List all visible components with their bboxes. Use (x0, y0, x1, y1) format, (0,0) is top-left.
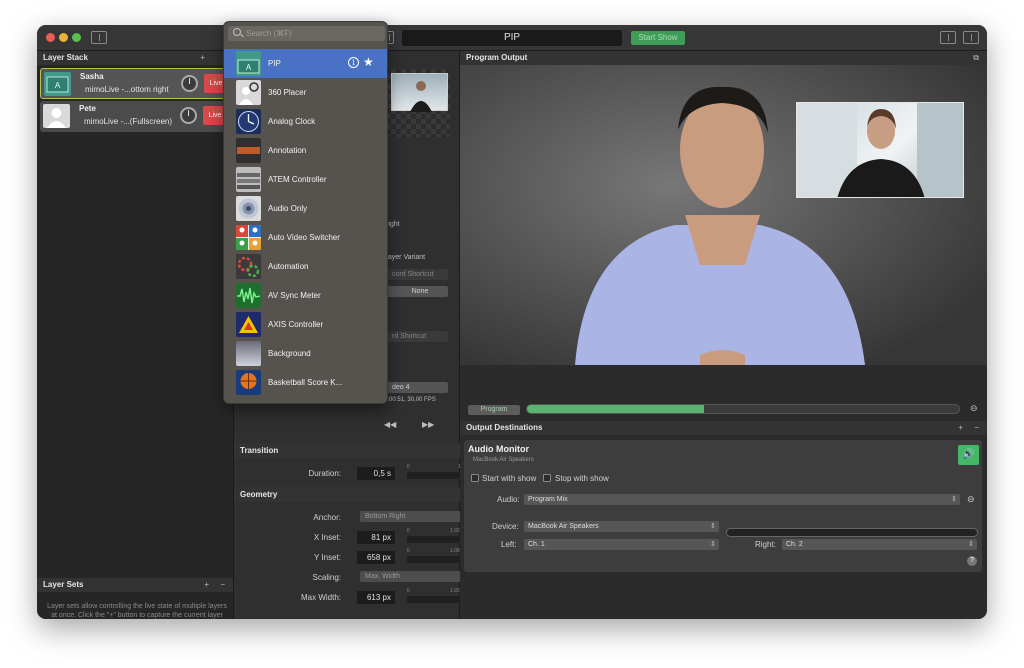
annotation-icon (236, 138, 261, 163)
clock-icon (236, 109, 261, 134)
minimize-window-button[interactable] (59, 33, 68, 42)
variant-select[interactable]: None (384, 286, 448, 297)
duration-slider[interactable] (407, 472, 464, 479)
source-item-background[interactable]: Background (224, 339, 387, 368)
y-inset-field[interactable]: 658 px (357, 551, 395, 564)
layer-row-pete[interactable]: Pete mimoLive -...(Fullscreen) Live (40, 101, 230, 132)
layer-sets-header: Layer Sets + − (37, 578, 233, 592)
search-input[interactable] (246, 27, 376, 39)
source-item-annotation[interactable]: Annotation (224, 136, 387, 165)
remove-layer-set-button[interactable]: − (220, 578, 225, 592)
star-icon[interactable]: ★ (363, 55, 374, 69)
remove-icon[interactable]: ⊖ (970, 403, 978, 414)
basketball-icon (236, 370, 261, 395)
waveform-icon (236, 283, 261, 308)
audio-level-meter[interactable] (726, 528, 978, 537)
placer-person-icon (236, 80, 261, 105)
program-button[interactable]: Program (468, 405, 520, 415)
speaker-icon[interactable]: 🔊 (958, 445, 979, 465)
pip-layer-icon: A (44, 72, 71, 96)
audio-monitor-panel: Audio Monitor MacBook Air Speakers 🔊 Sta… (464, 440, 982, 572)
help-icon[interactable]: ? (967, 556, 977, 566)
program-video (460, 65, 987, 365)
source-item-axis-controller[interactable]: AXIS Controller (224, 310, 387, 339)
source-picker-popover: A PIP i ★ 360 Placer Analog Clock Annota… (223, 21, 388, 404)
start-show-button[interactable]: Start Show (631, 31, 685, 45)
x-inset-field[interactable]: 81 px (357, 531, 395, 544)
gears-icon (236, 254, 261, 279)
x-inset-slider[interactable] (407, 536, 464, 543)
layer-row-sasha[interactable]: A Sasha mimoLive -...ottom right Live (40, 68, 230, 99)
source-item-atem-controller[interactable]: ATEM Controller (224, 165, 387, 194)
title-bar: PIP Start Show (37, 25, 987, 51)
close-window-button[interactable] (46, 33, 55, 42)
add-layer-set-button[interactable]: + (204, 578, 209, 592)
layer-preview-thumbnail (391, 73, 448, 112)
duration-field[interactable]: 0,5 s (357, 467, 395, 480)
layout-split-icon[interactable] (963, 31, 979, 44)
person-icon (43, 104, 70, 128)
atem-hardware-icon (236, 167, 261, 192)
info-icon[interactable]: i (348, 57, 359, 68)
pop-out-icon[interactable]: ⧉ (973, 51, 979, 65)
source-item-analog-clock[interactable]: Analog Clock (224, 107, 387, 136)
pip-icon: A (236, 51, 261, 76)
document-title[interactable]: PIP (402, 30, 622, 46)
program-output-header: Program Output ⧉ (460, 51, 987, 65)
source-item-automation[interactable]: Automation (224, 252, 387, 281)
volume-knob[interactable] (180, 107, 197, 124)
speaker-cone-icon (236, 196, 261, 221)
program-progress-fill (527, 405, 705, 413)
source-item-pip[interactable]: A PIP i ★ (224, 49, 387, 78)
layer-stack-panel: Layer Stack + A Sasha mimoLive -...ottom… (37, 51, 234, 619)
record-shortcut-field[interactable]: cord Shortcut (384, 269, 448, 280)
video-source-select[interactable]: deo 4 (384, 382, 448, 393)
layer-stack-header: Layer Stack + (37, 51, 233, 65)
geometry-header: Geometry (234, 487, 460, 502)
layer-sets-description: Layer sets allow controlling the live st… (47, 603, 227, 619)
shortcut-field[interactable]: rd Shortcut (384, 331, 448, 342)
svg-text:A: A (246, 63, 252, 72)
svg-text:A: A (55, 81, 61, 90)
audio-select[interactable]: Program Mix (524, 494, 960, 505)
y-inset-slider[interactable] (407, 556, 464, 563)
volume-knob[interactable] (181, 75, 198, 92)
add-output-button[interactable]: + (958, 421, 963, 435)
right-channel-select[interactable]: Ch. 2 (782, 539, 977, 550)
background-gradient-icon (236, 341, 261, 366)
sidebar-toggle-icon[interactable] (91, 31, 107, 44)
source-item-av-sync-meter[interactable]: AV Sync Meter (224, 281, 387, 310)
transition-header: Transition (234, 443, 460, 458)
app-window: PIP Start Show Layer Stack + A Sasha mim… (37, 25, 987, 619)
axis-triangle-icon (236, 312, 261, 337)
source-item-audio-only[interactable]: Audio Only (224, 194, 387, 223)
start-with-show-checkbox[interactable] (471, 474, 479, 482)
output-destinations-header: Output Destinations + − (460, 421, 987, 435)
source-item-360-placer[interactable]: 360 Placer (224, 78, 387, 107)
search-box[interactable] (228, 26, 385, 41)
device-select[interactable]: MacBook Air Speakers (524, 521, 719, 532)
remove-output-button[interactable]: − (974, 421, 979, 435)
stop-with-show-checkbox[interactable] (543, 474, 551, 482)
program-progress-bar[interactable] (526, 404, 960, 414)
remove-audio-icon[interactable]: ⊖ (967, 494, 975, 505)
max-width-field[interactable]: 613 px (357, 591, 395, 604)
source-item-basketball-score[interactable]: Basketball Score K... (224, 368, 387, 397)
skip-forward-icon[interactable]: ▶▶ (422, 420, 434, 429)
zoom-window-button[interactable] (72, 33, 81, 42)
left-channel-select[interactable]: Ch. 1 (524, 539, 719, 550)
pip-inset (796, 102, 964, 198)
program-panel: Program Output ⧉ Program ⊖ Output Destin… (460, 51, 987, 619)
add-layer-button[interactable]: + (200, 51, 205, 65)
search-icon (233, 28, 241, 36)
layout-single-icon[interactable] (940, 31, 956, 44)
skip-back-icon[interactable]: ◀◀ (384, 420, 396, 429)
people-grid-icon (236, 225, 261, 250)
max-width-slider[interactable] (407, 596, 464, 603)
source-item-auto-video-switcher[interactable]: Auto Video Switcher (224, 223, 387, 252)
